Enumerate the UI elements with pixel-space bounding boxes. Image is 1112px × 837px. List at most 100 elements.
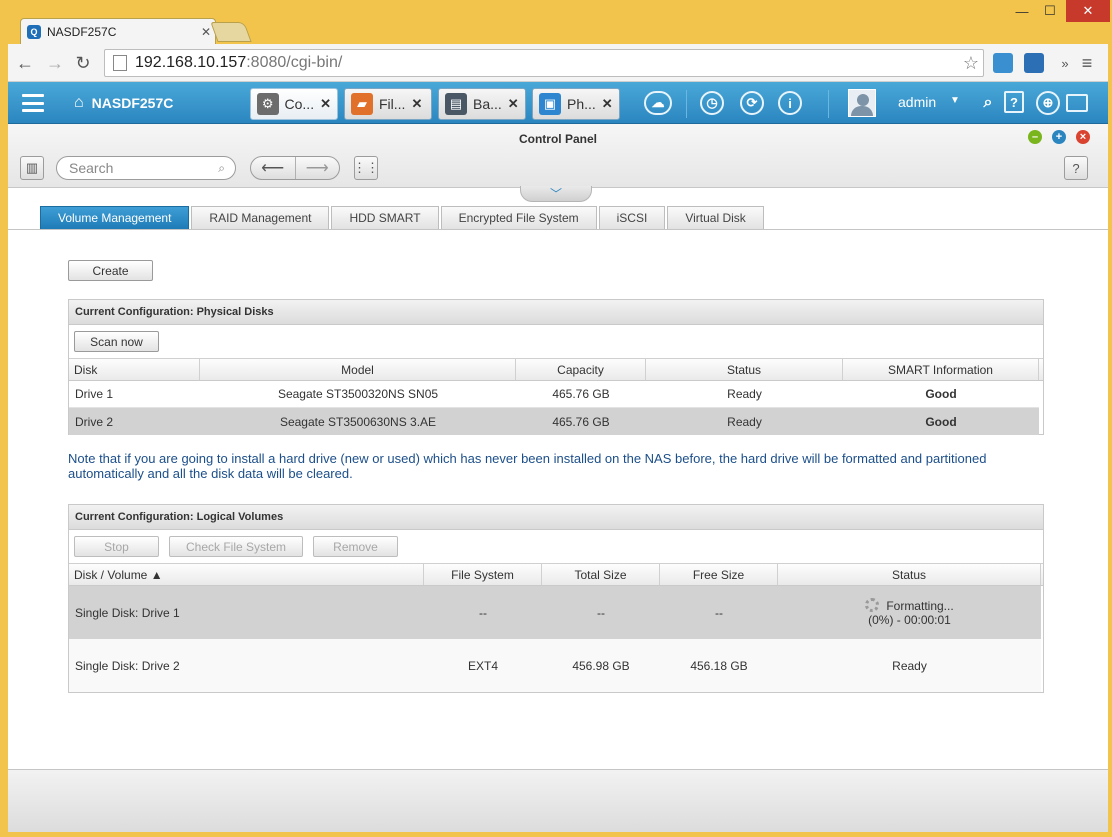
- tab-volume-management[interactable]: Volume Management: [40, 206, 190, 229]
- column-header-volume[interactable]: Disk / Volume ▲: [69, 564, 424, 585]
- app-tab-photo-station[interactable]: ▣ Ph... ✕: [532, 88, 620, 120]
- backup-icon: ▤: [445, 93, 467, 115]
- table-header: Disk Model Capacity Status SMART Informa…: [69, 358, 1043, 381]
- close-icon[interactable]: ×: [1076, 130, 1090, 144]
- cell-status: Ready: [892, 658, 927, 673]
- chrome-menu-icon[interactable]: ≡: [1076, 52, 1098, 74]
- stop-button[interactable]: Stop: [74, 536, 159, 557]
- table-row[interactable]: Drive 2 Seagate ST3500630NS 3.AE 465.76 …: [69, 408, 1039, 435]
- tab-encrypted-file-system[interactable]: Encrypted File System: [440, 206, 597, 229]
- logical-volumes-panel: Current Configuration: Logical Volumes S…: [68, 504, 1044, 693]
- forward-arrow-icon[interactable]: ⟶: [296, 157, 340, 179]
- column-header-status[interactable]: Status: [778, 564, 1041, 585]
- cell-smart: Good: [925, 414, 957, 429]
- reload-icon[interactable]: ↻: [72, 52, 94, 74]
- app-tab-label: Ba...: [473, 96, 502, 112]
- column-header-smart[interactable]: SMART Information: [843, 359, 1039, 380]
- new-tab-button[interactable]: [210, 22, 252, 42]
- browser-tab[interactable]: Q NASDF257C ✕: [20, 18, 216, 44]
- table-row[interactable]: Single Disk: Drive 2 EXT4 456.98 GB 456.…: [69, 639, 1041, 692]
- extension-icon[interactable]: [993, 53, 1013, 73]
- close-icon[interactable]: ✕: [411, 96, 422, 112]
- cell-disk: Drive 2: [75, 414, 114, 429]
- column-header-total-size[interactable]: Total Size: [542, 564, 660, 585]
- cell-status: Formatting... (0%) - 00:00:01: [778, 586, 1041, 639]
- divider: [686, 90, 687, 118]
- remove-button[interactable]: Remove: [313, 536, 398, 557]
- column-header-free-size[interactable]: Free Size: [660, 564, 778, 585]
- chevron-down-icon[interactable]: ▼: [950, 95, 960, 106]
- app-tab-backup[interactable]: ▤ Ba... ✕: [438, 88, 526, 120]
- help-icon[interactable]: ?: [1004, 91, 1024, 113]
- home-button[interactable]: ⌂ NASDF257C: [66, 82, 246, 124]
- column-header-disk[interactable]: Disk: [69, 359, 200, 380]
- search-icon[interactable]: ⌕: [976, 91, 1000, 115]
- avatar[interactable]: [848, 89, 876, 117]
- username[interactable]: admin: [898, 94, 936, 110]
- format-warning-note: Note that if you are going to install a …: [68, 451, 987, 481]
- tab-raid-management[interactable]: RAID Management: [191, 206, 330, 229]
- minimize-icon[interactable]: —: [1008, 0, 1036, 22]
- column-header-status[interactable]: Status: [646, 359, 843, 380]
- cell-smart: Good: [925, 387, 957, 401]
- search-input[interactable]: [69, 160, 199, 176]
- cell-capacity: 465.76 GB: [552, 414, 610, 429]
- column-header-file-system[interactable]: File System: [424, 564, 542, 585]
- info-icon[interactable]: i: [778, 91, 802, 115]
- status-progress: (0%) - 00:00:01: [868, 613, 951, 627]
- main-menu-icon[interactable]: [16, 90, 50, 116]
- close-icon[interactable]: ✕: [602, 96, 613, 112]
- window-title: Control Panel: [518, 132, 597, 146]
- check-file-system-button[interactable]: Check File System: [169, 536, 303, 557]
- table-header: Disk / Volume ▲ File System Total Size F…: [69, 563, 1043, 586]
- help-button[interactable]: ?: [1064, 156, 1088, 180]
- maximize-icon[interactable]: ☐: [1036, 0, 1064, 22]
- tab-virtual-disk[interactable]: Virtual Disk: [667, 206, 764, 229]
- control-panel-header: Control Panel – + × ▥ ⌕ ⟵ ⟶ ⋮⋮ ?: [8, 124, 1108, 188]
- app-tab-control-panel[interactable]: ⚙ Co... ✕: [250, 88, 338, 120]
- table-row[interactable]: Drive 1 Seagate ST3500320NS SN05 465.76 …: [69, 381, 1039, 408]
- cell-capacity: 465.76 GB: [552, 387, 610, 401]
- url-path: :8080/cgi-bin/: [246, 54, 343, 71]
- globe-icon[interactable]: ⊕: [1036, 91, 1060, 115]
- extensions-overflow-icon[interactable]: »: [1054, 52, 1076, 74]
- cloud-icon[interactable]: ☁: [644, 91, 672, 115]
- sync-icon[interactable]: ⟳: [740, 91, 764, 115]
- maximize-icon[interactable]: +: [1052, 130, 1066, 144]
- status-formatting: Formatting...: [865, 598, 954, 613]
- search-icon: ⌕: [218, 161, 225, 175]
- cell-file-system: EXT4: [467, 658, 498, 673]
- address-bar[interactable]: 192.168.10.157:8080/cgi-bin/ ☆: [104, 49, 984, 77]
- forward-arrow-icon[interactable]: →: [44, 52, 66, 74]
- bookmark-star-icon[interactable]: ☆: [963, 53, 979, 74]
- app-grid-icon[interactable]: ⋮⋮: [353, 156, 379, 180]
- cell-volume: Single Disk: Drive 2: [75, 658, 180, 673]
- scan-now-button[interactable]: Scan now: [74, 331, 159, 352]
- tab-bar: Volume Management RAID Management HDD SM…: [40, 206, 766, 229]
- close-icon[interactable]: ✕: [320, 96, 331, 112]
- close-window-icon[interactable]: ✕: [1066, 0, 1110, 22]
- extension-icon[interactable]: [1024, 53, 1044, 73]
- tab-hdd-smart[interactable]: HDD SMART: [331, 206, 439, 229]
- cell-file-system: --: [479, 605, 487, 620]
- loading-spinner-icon: [865, 598, 880, 612]
- chevron-down-icon[interactable]: ﹀: [520, 186, 592, 202]
- app-tab-file-station[interactable]: ▰ Fil... ✕: [344, 88, 432, 120]
- sidebar-toggle-icon[interactable]: ▥: [20, 156, 44, 180]
- physical-disks-panel: Current Configuration: Physical Disks Sc…: [68, 299, 1044, 435]
- nas-app: ⌂ NASDF257C ⚙ Co... ✕ ▰ Fil... ✕ ▤ Ba...…: [8, 82, 1108, 832]
- column-header-capacity[interactable]: Capacity: [516, 359, 646, 380]
- close-icon[interactable]: ✕: [508, 96, 519, 112]
- minimize-icon[interactable]: –: [1028, 130, 1042, 144]
- back-arrow-icon[interactable]: ⟵: [251, 157, 296, 179]
- divider: [828, 90, 829, 118]
- table-row[interactable]: Single Disk: Drive 1 -- -- -- Formatting…: [69, 586, 1041, 639]
- column-header-model[interactable]: Model: [200, 359, 516, 380]
- create-button[interactable]: Create: [68, 260, 153, 281]
- cell-status: Ready: [727, 387, 762, 401]
- search-field[interactable]: ⌕: [56, 156, 236, 180]
- monitor-icon[interactable]: [1066, 94, 1088, 112]
- tab-iscsi[interactable]: iSCSI: [598, 206, 666, 229]
- back-arrow-icon[interactable]: ←: [14, 52, 36, 74]
- clock-icon[interactable]: ◷: [700, 91, 724, 115]
